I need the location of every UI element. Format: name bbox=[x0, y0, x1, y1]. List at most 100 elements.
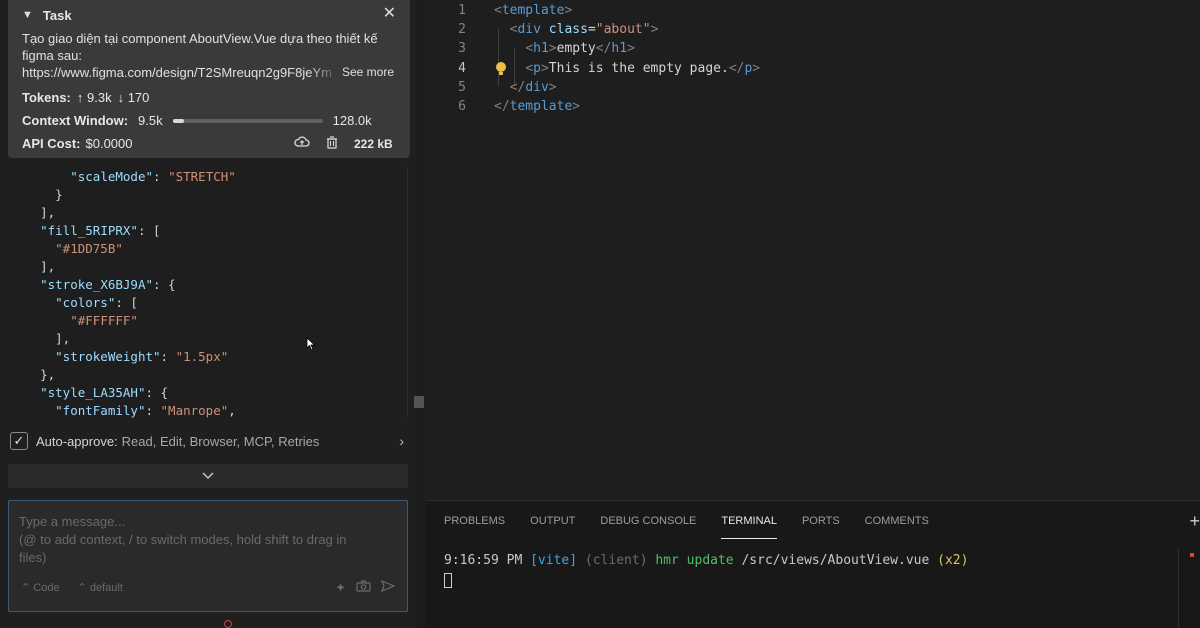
json-line: "fontFamily": "Manrope", bbox=[10, 402, 407, 418]
tab-output[interactable]: OUTPUT bbox=[530, 515, 575, 537]
json-string: "1.5px" bbox=[175, 349, 229, 364]
api-cost-row: API Cost: $0.0000 222 kB bbox=[22, 135, 396, 152]
line-number: 5 bbox=[458, 79, 466, 95]
code-token: < bbox=[494, 3, 502, 18]
tokens-label: Tokens: bbox=[22, 90, 71, 105]
task-description: Tạo giao diện tại component AboutView.Vu… bbox=[22, 30, 394, 81]
see-more-link[interactable]: See more bbox=[342, 64, 394, 81]
cloud-upload-icon[interactable] bbox=[294, 136, 310, 151]
json-punctuation: , bbox=[228, 403, 236, 418]
mode-select[interactable]: ⌃ Code bbox=[21, 579, 60, 597]
task-text-line: Tạo giao diện tại component AboutView.Vu… bbox=[22, 31, 378, 46]
auto-approve-checkbox[interactable]: ✓ bbox=[10, 432, 28, 450]
code-token: > bbox=[548, 41, 557, 57]
message-placeholder: Type a message... bbox=[19, 514, 126, 529]
code-line[interactable]: 1 <template> bbox=[426, 3, 1200, 22]
trash-icon[interactable] bbox=[326, 135, 338, 152]
code-token: < bbox=[525, 41, 534, 57]
profile-select[interactable]: ⌃ default bbox=[78, 579, 123, 597]
tab-terminal[interactable]: TERMINAL bbox=[721, 515, 777, 539]
message-input[interactable]: Type a message... (@ to add context, / t… bbox=[8, 500, 408, 612]
json-string: "Manrope" bbox=[160, 403, 229, 418]
code-token: </ bbox=[509, 79, 526, 95]
code-text: <template> bbox=[494, 3, 572, 18]
terminal-cursor bbox=[444, 573, 452, 588]
mode-label: Code bbox=[33, 582, 60, 594]
expand-button[interactable] bbox=[8, 464, 408, 488]
line-number: 3 bbox=[458, 41, 466, 57]
json-output-block: "scaleMode": "STRETCH" } ], "fill_5RIPRX… bbox=[10, 166, 408, 418]
code-line[interactable]: 2 <div class="about"> bbox=[426, 22, 1200, 41]
sparkle-icon[interactable]: ✦ bbox=[335, 579, 346, 597]
code-line[interactable]: 6 </template> bbox=[426, 99, 1200, 118]
splitter-handle[interactable] bbox=[414, 396, 424, 408]
profile-label: default bbox=[89, 582, 123, 594]
code-editor[interactable]: 1 <template> 2 <div class="about"> 3 <h1>em… bbox=[426, 0, 1200, 500]
json-line: } bbox=[10, 186, 407, 204]
chevron-down-icon[interactable]: ▼ bbox=[22, 9, 33, 21]
chevron-down-icon bbox=[202, 469, 214, 483]
json-punctuation: : [ bbox=[137, 223, 161, 238]
chevron-right-icon[interactable]: › bbox=[399, 433, 404, 449]
code-token: p bbox=[533, 60, 541, 76]
tab-comments[interactable]: COMMENTS bbox=[865, 515, 929, 537]
context-progress-bar bbox=[172, 118, 323, 123]
bottom-panel: PROBLEMS OUTPUT DEBUG CONSOLE TERMINAL PORTS… bbox=[426, 500, 1200, 628]
api-cost-label: API Cost: bbox=[22, 136, 81, 151]
json-line: "fill_5RIPRX": [ bbox=[10, 222, 407, 240]
code-token: h1 bbox=[611, 41, 628, 57]
json-line: "strokeWeight": "1.5px" bbox=[10, 348, 407, 366]
add-terminal-icon[interactable]: + bbox=[1189, 511, 1200, 532]
panel-splitter[interactable] bbox=[416, 0, 426, 628]
tab-problems[interactable]: PROBLEMS bbox=[444, 515, 505, 537]
task-url: https://www.figma.com/design/T2SMreuqn2g… bbox=[22, 65, 332, 80]
terminal-scrollbar[interactable] bbox=[1178, 549, 1194, 628]
code-token: > bbox=[564, 3, 573, 18]
code-line[interactable]: 4 <p>This is the empty page.</p> bbox=[426, 61, 1200, 80]
json-punctuation: : bbox=[160, 349, 176, 364]
json-line: ], bbox=[10, 204, 407, 222]
line-number: 1 bbox=[458, 3, 466, 18]
line-number: 4 bbox=[458, 60, 466, 76]
tokens-out: ↓ 170 bbox=[117, 90, 150, 105]
close-icon[interactable]: ✕ bbox=[383, 3, 396, 23]
json-key: "style_LA35AH" bbox=[40, 385, 146, 400]
code-token: > bbox=[540, 60, 549, 76]
code-line[interactable]: 5 </div> bbox=[426, 80, 1200, 99]
tab-debug-console[interactable]: DEBUG CONSOLE bbox=[600, 515, 696, 537]
code-token: class bbox=[548, 22, 588, 38]
code-token: > bbox=[572, 99, 581, 114]
code-token: = bbox=[587, 22, 596, 38]
message-placeholder-hint: files) bbox=[19, 550, 47, 565]
line-number: 6 bbox=[458, 99, 466, 114]
auto-approve-row[interactable]: ✓ Auto-approve: Read, Edit, Browser, MCP… bbox=[8, 428, 408, 454]
json-string: "#1DD75B" bbox=[55, 241, 123, 256]
code-line[interactable]: 3 <h1>empty</h1> bbox=[426, 41, 1200, 60]
terminal-path: /src/views/AboutView.vue bbox=[741, 553, 930, 568]
json-key: "fontFamily" bbox=[55, 403, 146, 418]
task-header[interactable]: ▼ Task bbox=[22, 4, 396, 26]
tokens-row: Tokens: ↑ 9.3k ↓ 170 bbox=[22, 89, 396, 106]
task-card: ▼ Task ✕ Tạo giao diện tại component Abo… bbox=[8, 0, 410, 158]
json-line: }, bbox=[10, 366, 407, 384]
terminal-action: hmr update bbox=[655, 553, 734, 568]
json-line: "stroke_X6BJ9A": { bbox=[10, 276, 407, 294]
camera-icon[interactable] bbox=[356, 579, 371, 597]
code-token: This is the empty page. bbox=[548, 60, 729, 76]
json-punctuation: ], bbox=[55, 331, 71, 346]
tab-ports[interactable]: PORTS bbox=[802, 515, 840, 537]
context-window-row: Context Window: 9.5k 128.0k bbox=[22, 112, 396, 129]
code-text: <div class="about"> bbox=[494, 22, 659, 38]
code-token: > bbox=[650, 22, 659, 38]
send-icon[interactable] bbox=[380, 579, 396, 597]
json-string: "STRETCH" bbox=[168, 169, 236, 184]
code-token: div bbox=[525, 79, 549, 95]
vscode-window: ▼ Task ✕ Tạo giao diện tại component Abo… bbox=[0, 0, 1200, 628]
code-text: </div> bbox=[494, 80, 557, 95]
json-line: ], bbox=[10, 330, 407, 348]
json-line: "colors": [ bbox=[10, 294, 407, 312]
